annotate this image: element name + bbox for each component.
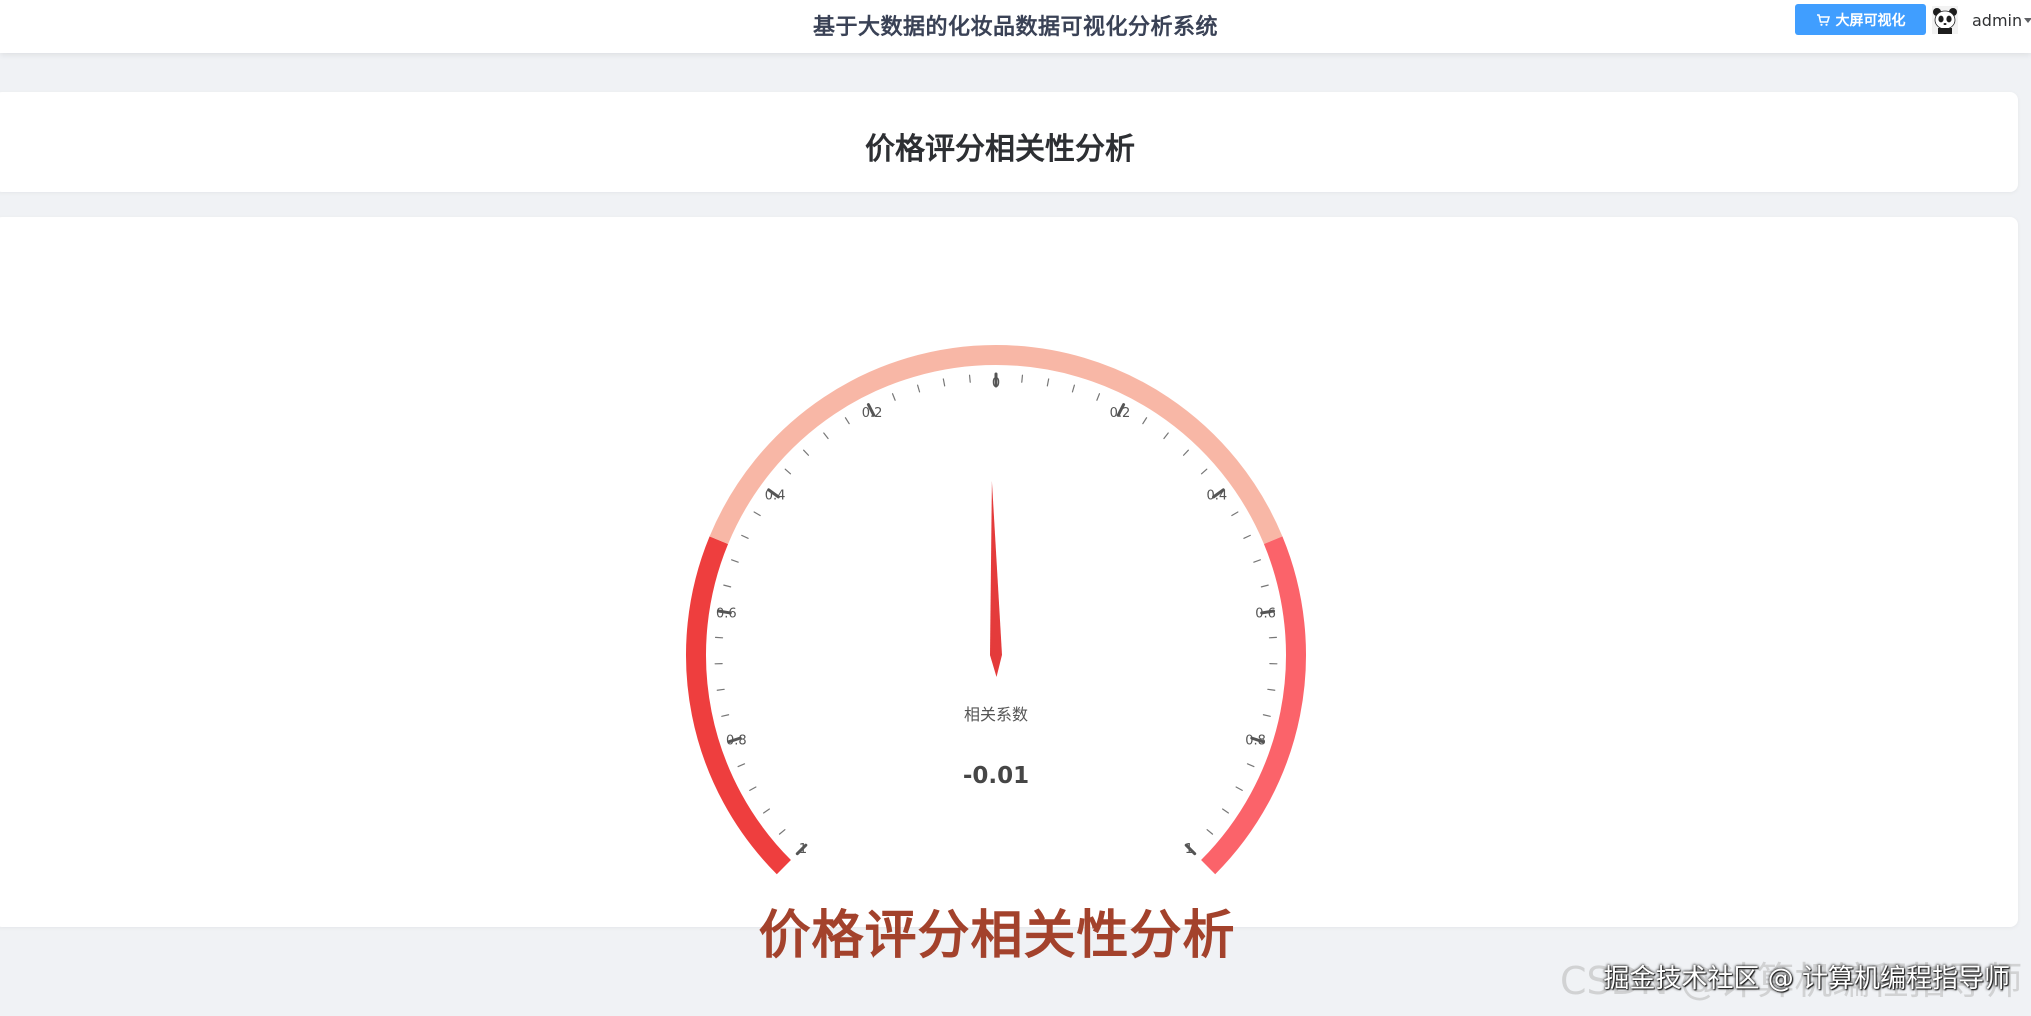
cart-icon <box>1816 13 1830 26</box>
bigscreen-button[interactable]: 大屏可视化 <box>1795 4 1926 35</box>
page-title: 价格评分相关性分析 <box>865 132 1135 167</box>
avatar[interactable] <box>1932 6 1958 34</box>
watermark-front: 掘金技术社区 @ 计算机编程指导师 <box>1603 964 2010 994</box>
chart-card <box>0 217 2018 927</box>
caret-down-icon[interactable] <box>2024 18 2031 23</box>
user-name[interactable]: admin <box>1972 11 2022 30</box>
app-title: 基于大数据的化妆品数据可视化分析系统 <box>812 15 1218 40</box>
top-header: 基于大数据的化妆品数据可视化分析系统 大屏可视化 admin <box>0 0 2031 53</box>
bigscreen-label: 大屏可视化 <box>1835 12 1906 29</box>
